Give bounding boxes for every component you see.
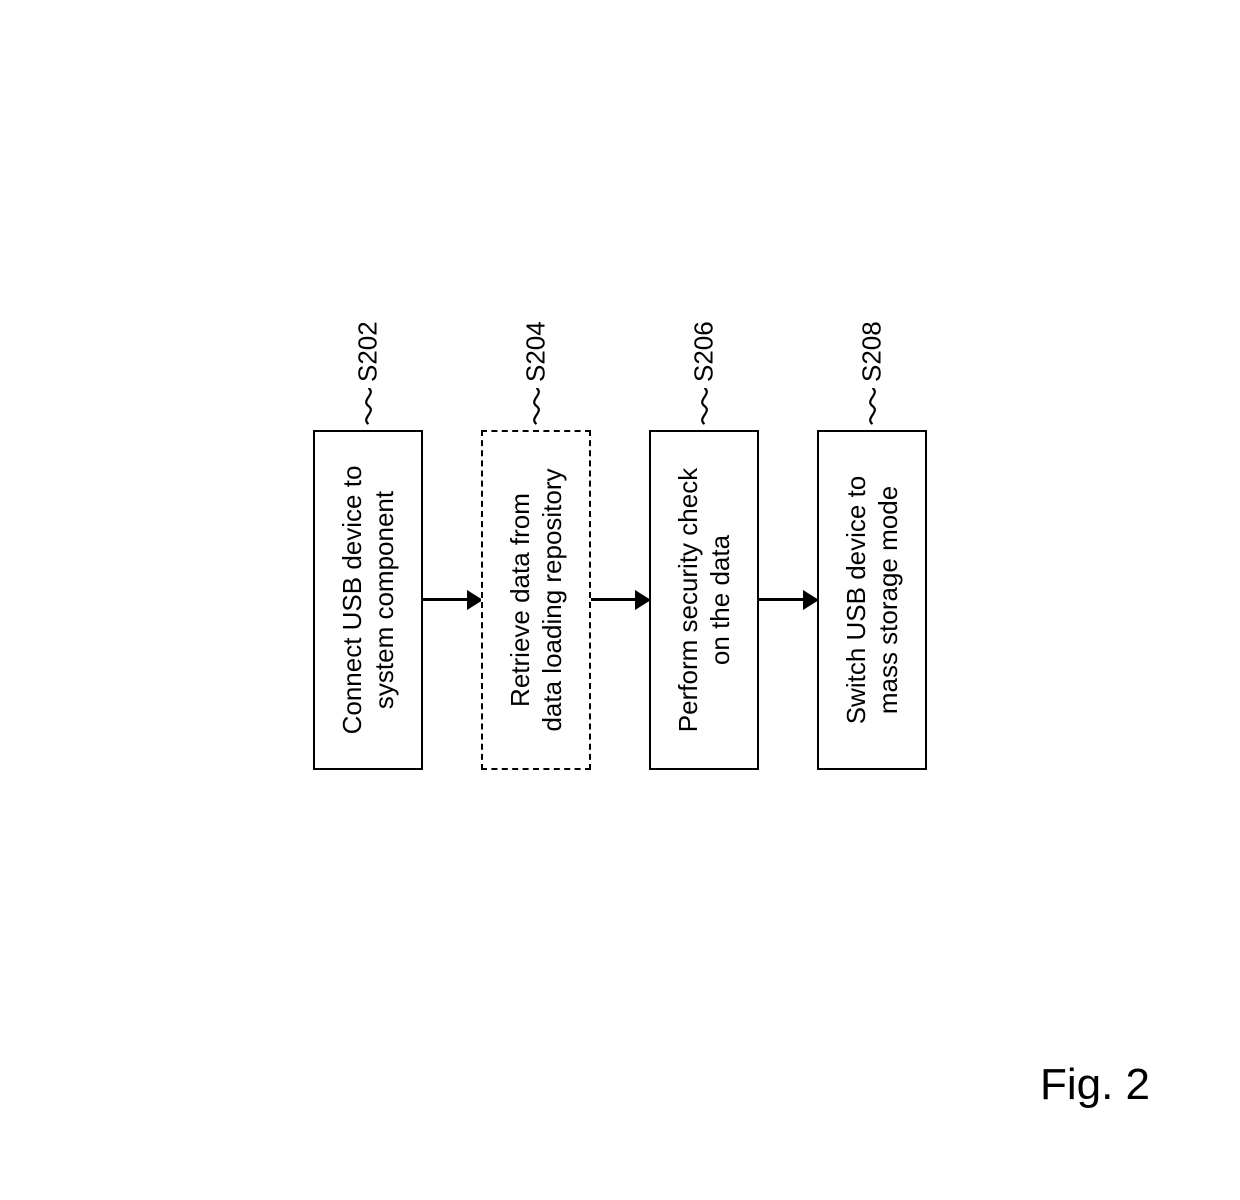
step-box-s202: Connect USB device to system component: [313, 430, 423, 770]
flowchart-container: Connect USB device to system component S…: [313, 430, 927, 770]
step-box-s204: Retrieve data from data loading reposito…: [481, 430, 591, 770]
step-text-line: on the data: [705, 535, 735, 665]
step-text-line: Switch USB device to: [841, 476, 871, 725]
step-text-line: Connect USB device to: [337, 466, 367, 735]
step-id: S208: [857, 321, 888, 382]
step-label-s208: S208: [857, 321, 888, 430]
step-s208: Switch USB device to mass storage mode S…: [817, 430, 927, 770]
step-text-line: mass storage mode: [873, 486, 903, 714]
step-label-s204: S204: [521, 321, 552, 430]
step-text-line: system component: [369, 491, 399, 709]
step-label-s202: S202: [353, 321, 384, 430]
step-box-s206: Perform security check on the data: [649, 430, 759, 770]
step-s204: Retrieve data from data loading reposito…: [481, 430, 591, 770]
step-id: S204: [521, 321, 552, 382]
step-s202: Connect USB device to system component S…: [313, 430, 423, 770]
arrow-icon: [759, 598, 817, 602]
step-id: S206: [689, 321, 720, 382]
step-s206: Perform security check on the data S206: [649, 430, 759, 770]
step-box-s208: Switch USB device to mass storage mode: [817, 430, 927, 770]
leader-squiggle-icon: [526, 388, 546, 426]
step-text-line: Retrieve data from: [505, 493, 535, 707]
step-text-line: Perform security check: [673, 468, 703, 732]
figure-label: Fig. 2: [1040, 1060, 1150, 1110]
arrow-icon: [423, 598, 481, 602]
leader-squiggle-icon: [694, 388, 714, 426]
leader-squiggle-icon: [358, 388, 378, 426]
leader-squiggle-icon: [862, 388, 882, 426]
step-text-line: data loading repository: [537, 468, 567, 731]
arrow-icon: [591, 598, 649, 602]
step-label-s206: S206: [689, 321, 720, 430]
step-id: S202: [353, 321, 384, 382]
